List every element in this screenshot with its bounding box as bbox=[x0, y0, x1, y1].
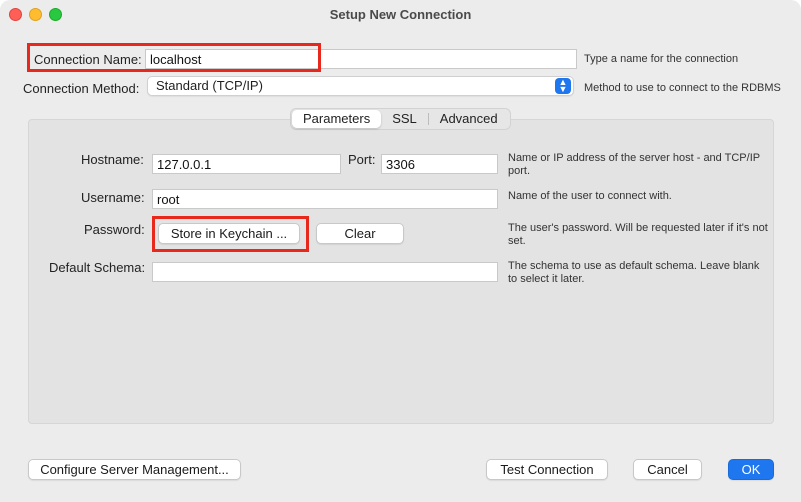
connection-method-label: Connection Method: bbox=[23, 81, 140, 96]
connection-name-hint: Type a name for the connection bbox=[584, 53, 739, 65]
window-title: Setup New Connection bbox=[329, 7, 472, 22]
title-bar: Setup New Connection bbox=[0, 0, 801, 30]
connection-method-hint: Method to use to connect to the RDBMS bbox=[584, 82, 781, 94]
default-schema-label: Default Schema: bbox=[49, 260, 146, 275]
username-hint: Name of the user to connect with. bbox=[508, 190, 672, 202]
tab-bar: Parameters SSL Advanced bbox=[290, 108, 511, 130]
configure-server-management-button[interactable]: Configure Server Management... bbox=[28, 459, 241, 480]
password-label: Password: bbox=[84, 222, 145, 237]
store-keychain-highlight bbox=[152, 216, 309, 252]
test-connection-button[interactable]: Test Connection bbox=[486, 459, 608, 480]
cancel-button[interactable]: Cancel bbox=[633, 459, 702, 480]
connection-method-select[interactable]: Standard (TCP/IP) ▲ ▼ bbox=[147, 76, 574, 96]
default-schema-hint: The schema to use as default schema. Lea… bbox=[508, 260, 760, 285]
username-input[interactable]: root bbox=[152, 189, 498, 209]
password-hint: The user's password. Will be requested l… bbox=[508, 222, 768, 247]
clear-password-button[interactable]: Clear bbox=[316, 223, 404, 244]
hostname-hint: Name or IP address of the server host - … bbox=[508, 152, 760, 177]
ok-button[interactable]: OK bbox=[728, 459, 774, 480]
port-label: Port: bbox=[348, 152, 376, 167]
tab-parameters[interactable]: Parameters bbox=[292, 110, 382, 128]
port-input[interactable]: 3306 bbox=[381, 154, 498, 174]
connection-name-highlight bbox=[27, 43, 321, 72]
default-schema-input[interactable] bbox=[152, 262, 498, 282]
setup-connection-window: Setup New Connection Connection Name: lo… bbox=[0, 0, 801, 502]
tab-ssl[interactable]: SSL bbox=[381, 110, 428, 128]
username-label: Username: bbox=[81, 190, 145, 205]
connection-method-value: Standard (TCP/IP) bbox=[156, 78, 263, 93]
hostname-label: Hostname: bbox=[81, 152, 144, 167]
tab-advanced[interactable]: Advanced bbox=[429, 110, 509, 128]
hostname-input[interactable]: 127.0.0.1 bbox=[152, 154, 341, 174]
chevron-up-down-icon: ▲ ▼ bbox=[555, 78, 571, 94]
